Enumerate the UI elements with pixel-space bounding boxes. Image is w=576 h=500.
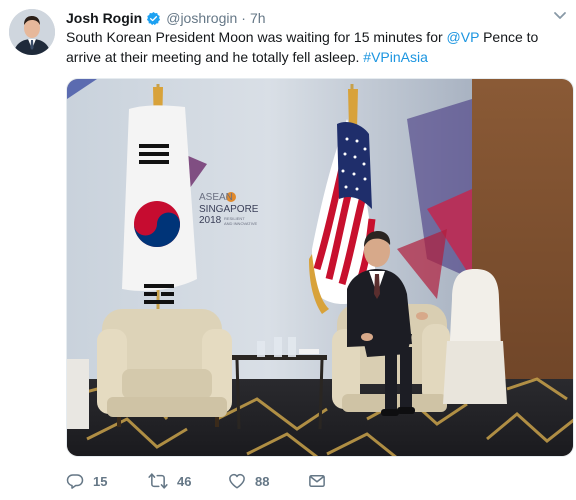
korean-flag xyxy=(122,84,197,309)
banner-tagline2: AND INNOVATIVE xyxy=(224,221,258,226)
retweet-icon xyxy=(148,472,168,490)
timestamp[interactable]: 7h xyxy=(250,10,266,26)
author-name[interactable]: Josh Rogin xyxy=(66,10,142,26)
tweet-header: Josh Rogin @joshrogin · 7h xyxy=(66,9,266,27)
reply-icon xyxy=(66,472,84,490)
banner-line2: SINGAPORE xyxy=(199,204,259,215)
like-button[interactable]: 88 xyxy=(228,472,269,490)
verified-badge-icon xyxy=(146,11,161,26)
tweet-text: South Korean President Moon was waiting … xyxy=(66,28,546,67)
banner-line3: 2018 xyxy=(199,215,222,226)
envelope-icon xyxy=(308,472,326,490)
chevron-down-icon[interactable] xyxy=(552,9,568,23)
left-armchair xyxy=(97,309,232,427)
like-count: 88 xyxy=(255,473,270,489)
reply-count: 15 xyxy=(93,473,108,489)
banner-line1: ASEAN xyxy=(199,192,233,203)
reply-button[interactable]: 15 xyxy=(66,472,107,490)
mention-link[interactable]: @VP xyxy=(447,29,480,45)
avatar[interactable] xyxy=(9,9,55,55)
direct-message-button[interactable] xyxy=(308,472,326,490)
tweet-text-part: South Korean President Moon was waiting … xyxy=(66,29,447,45)
author-handle[interactable]: @joshrogin xyxy=(166,10,237,26)
heart-icon xyxy=(228,472,246,490)
tweet-photo[interactable]: ASEAN SINGAPORE 2018 RESILIENT AND INNOV… xyxy=(66,78,574,457)
retweet-button[interactable]: 46 xyxy=(148,472,191,490)
tweet-card: Josh Rogin @joshrogin · 7h South Korean … xyxy=(0,0,576,500)
retweet-count: 46 xyxy=(177,473,192,489)
hashtag-link[interactable]: #VPinAsia xyxy=(363,49,428,65)
separator-dot: · xyxy=(241,10,246,26)
